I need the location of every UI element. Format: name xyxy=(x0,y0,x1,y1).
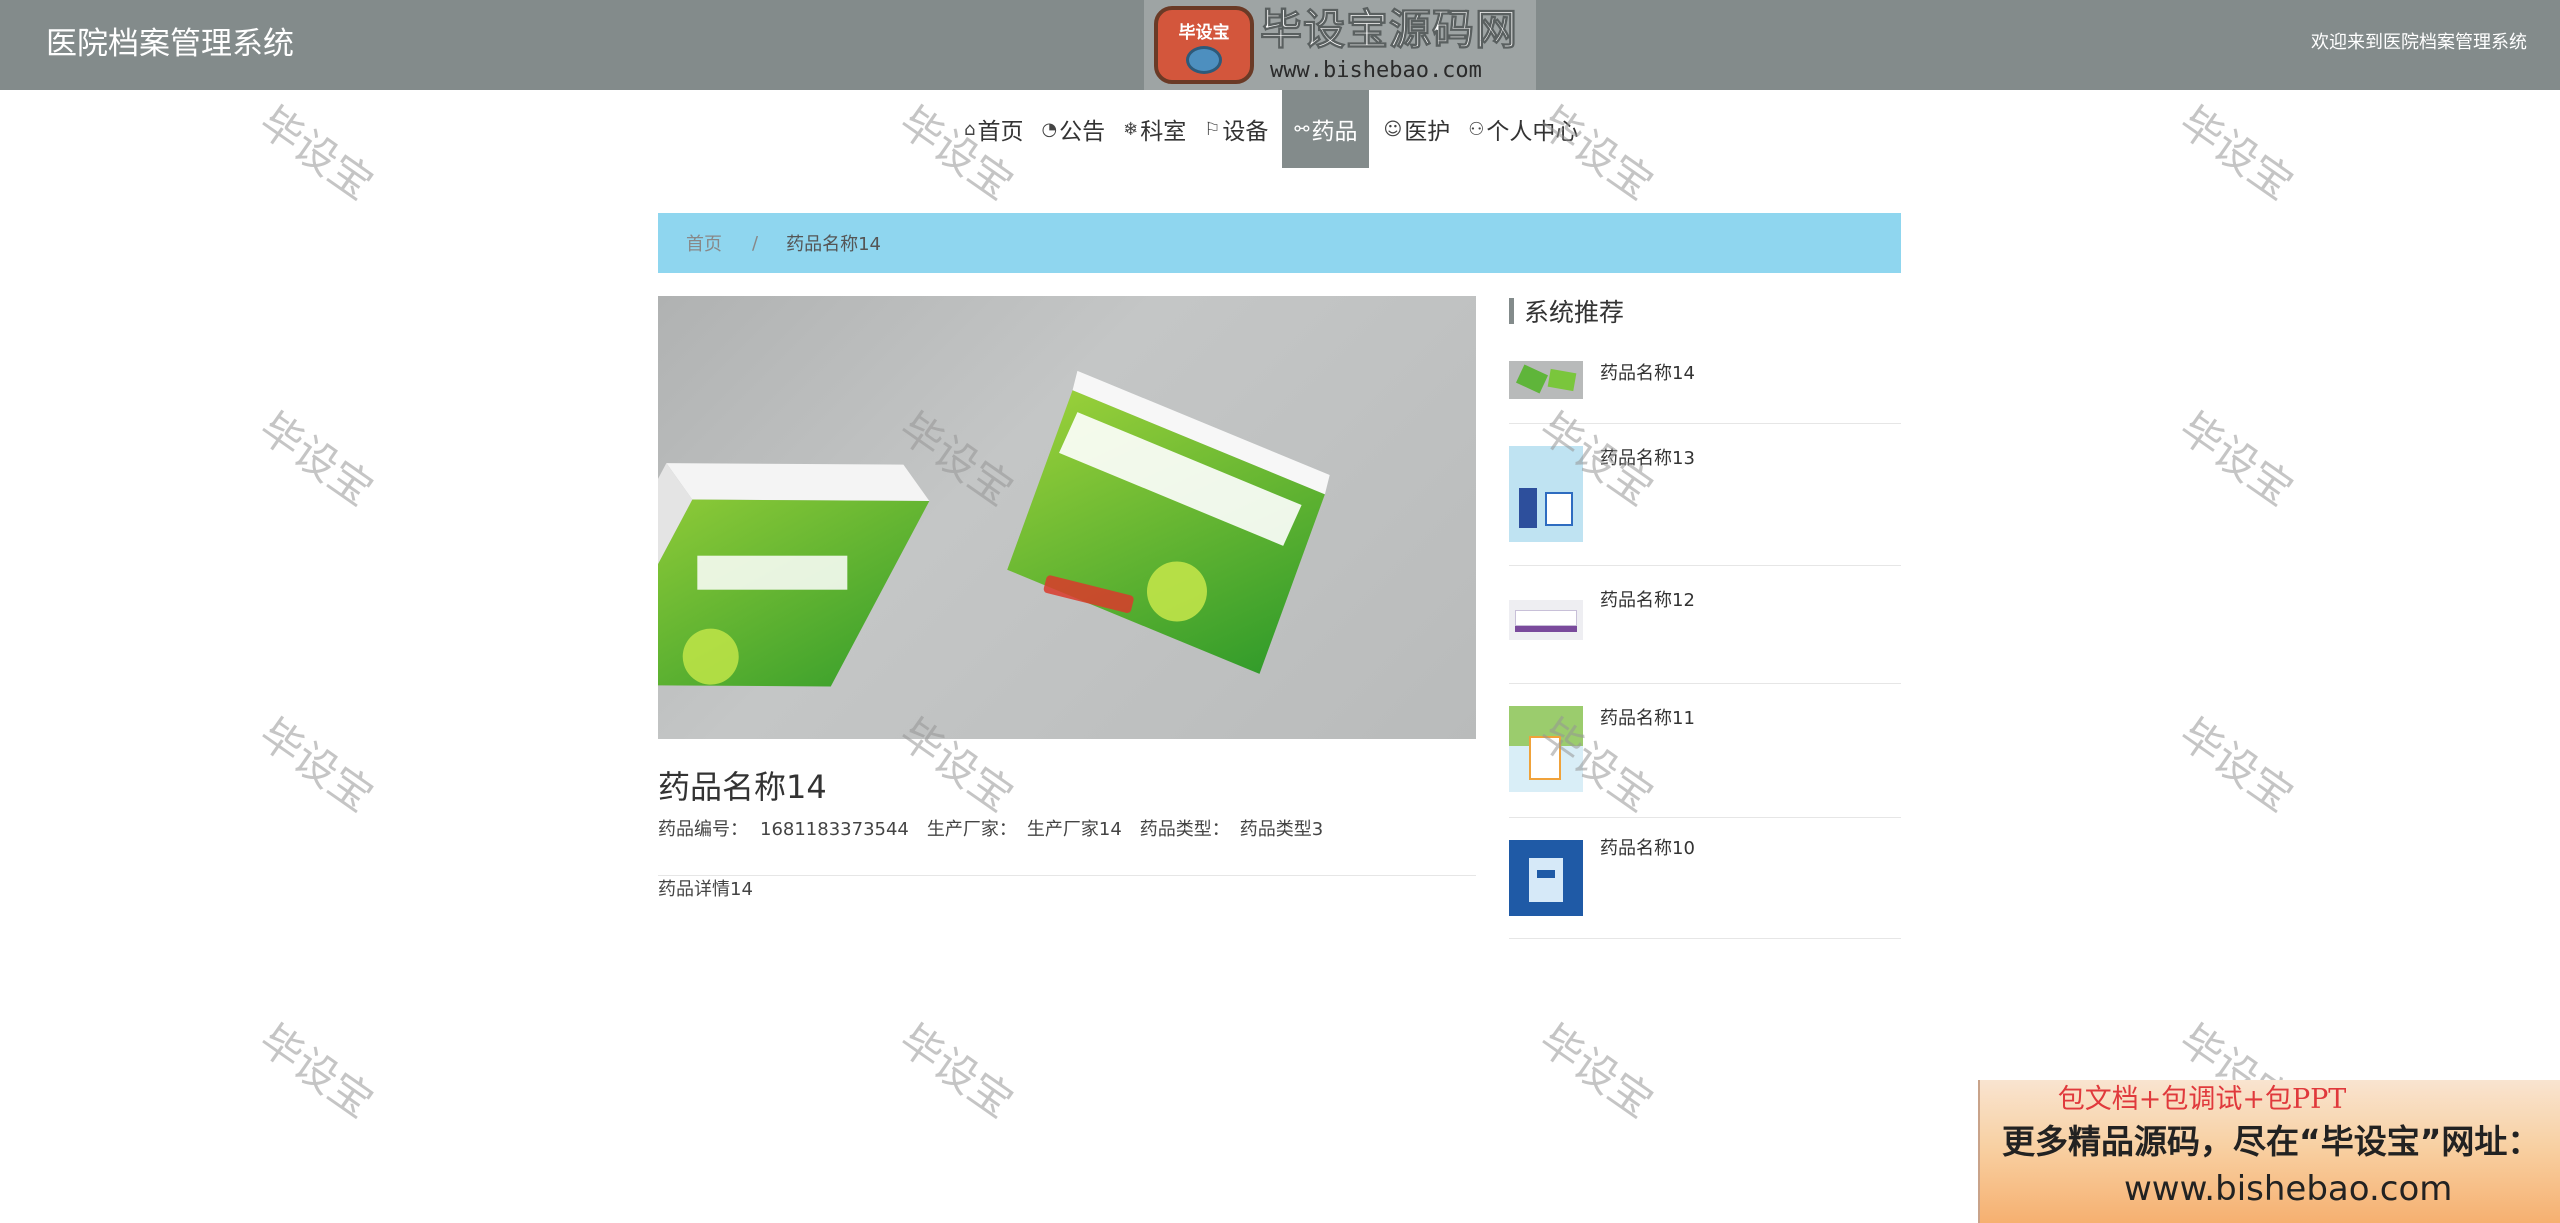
promo-url: www.bishebao.com xyxy=(2124,1169,2453,1209)
watermark: 毕设宝 xyxy=(250,96,382,210)
logo-badge-text: 毕设宝 xyxy=(1178,23,1230,43)
nav-equipment[interactable]: ⚐ 设备 xyxy=(1200,90,1272,168)
pill-icon: ⚯ xyxy=(1294,118,1310,140)
product-detail: 药品详情14 xyxy=(658,879,753,900)
watermark: 毕设宝 xyxy=(890,1014,1022,1128)
medicine-boxes-illustration xyxy=(658,370,1330,687)
recommend-thumbnail xyxy=(1509,600,1583,640)
product-image xyxy=(658,296,1476,739)
nav-medical-staff[interactable]: ☺ 医护 xyxy=(1379,90,1454,168)
user-icon: ⚇ xyxy=(1468,118,1485,140)
watermark: 毕设宝 xyxy=(1530,1014,1662,1128)
recommend-name: 药品名称13 xyxy=(1600,448,1695,469)
sidebar-heading: 系统推荐 xyxy=(1509,296,1625,327)
product-title: 药品名称14 xyxy=(658,768,827,806)
logo-name: 毕设宝源码网 xyxy=(1259,5,1519,55)
promo-banner[interactable]: 包文档+包调试+包PPT 更多精品源码，尽在“毕设宝”网址： www.bishe… xyxy=(1978,1080,2560,1223)
promo-line-2: 更多精品源码，尽在“毕设宝”网址： xyxy=(2002,1122,2541,1161)
nav-personal-center[interactable]: ⚇ 个人中心 xyxy=(1464,90,1582,168)
recommend-item[interactable]: 药品名称14 xyxy=(1509,357,1901,424)
heading-bar xyxy=(1509,298,1514,324)
recommend-item[interactable]: 药品名称11 xyxy=(1509,684,1901,818)
recommend-name: 药品名称10 xyxy=(1600,838,1695,859)
app-title: 医院档案管理系统 xyxy=(46,26,294,62)
nav-medical-staff-label: 医护 xyxy=(1404,119,1451,145)
recommend-thumbnail xyxy=(1509,840,1583,916)
product-code: 1681183373544 xyxy=(760,819,909,840)
flag-icon: ⚐ xyxy=(1204,118,1221,140)
snowflake-icon: ❄ xyxy=(1123,118,1139,140)
nav-announcement-label: 公告 xyxy=(1059,119,1106,145)
watermark: 毕设宝 xyxy=(2170,402,2302,516)
nav-medicine-label: 药品 xyxy=(1311,119,1358,145)
sidebar-title: 系统推荐 xyxy=(1524,298,1625,327)
nav-announcement[interactable]: ◔ 公告 xyxy=(1037,90,1109,168)
logo-badge: 毕设宝 xyxy=(1154,6,1254,84)
watermark: 毕设宝 xyxy=(250,1014,382,1128)
product-type: 药品类型3 xyxy=(1239,819,1324,840)
watermark: 毕设宝 xyxy=(250,402,382,516)
nav-department-label: 科室 xyxy=(1140,119,1187,145)
recommend-item[interactable]: 药品名称10 xyxy=(1509,818,1901,939)
detail-divider xyxy=(658,875,1476,876)
breadcrumb-home-link[interactable]: 首页 xyxy=(686,230,722,256)
recommend-thumbnail xyxy=(1509,706,1583,792)
watermark: 毕设宝 xyxy=(2170,708,2302,822)
recommend-name: 药品名称14 xyxy=(1600,363,1695,384)
breadcrumb-separator: / xyxy=(752,232,759,254)
main-nav: ⌂ 首页 ◔ 公告 ❄ 科室 ⚐ 设备 ⚯ 药品 ☺ 医护 ⚇ 个人中心 xyxy=(960,90,1592,168)
nav-home-label: 首页 xyxy=(977,119,1024,145)
nav-equipment-label: 设备 xyxy=(1222,119,1269,145)
recommend-name: 药品名称11 xyxy=(1600,708,1695,729)
nav-department[interactable]: ❄ 科室 xyxy=(1119,90,1190,168)
product-meta: 药品编号： 1681183373544 生产厂家： 生产厂家14 药品类型： 药… xyxy=(658,817,1323,843)
product-code-label: 药品编号： xyxy=(658,819,748,840)
gauge-icon: ◔ xyxy=(1041,118,1058,140)
recommend-item[interactable]: 药品名称13 xyxy=(1509,424,1901,566)
welcome-text: 欢迎来到医院档案管理系统 xyxy=(2311,32,2527,53)
recommend-item[interactable]: 药品名称12 xyxy=(1509,566,1901,684)
logo-url: www.bishebao.com xyxy=(1270,58,1482,83)
recommend-name: 药品名称12 xyxy=(1600,590,1695,611)
smile-icon: ☺ xyxy=(1383,118,1403,140)
promo-line-1: 包文档+包调试+包PPT xyxy=(2057,1084,2347,1115)
recommend-thumbnail xyxy=(1509,446,1583,542)
watermark: 毕设宝 xyxy=(250,708,382,822)
breadcrumb-current: 药品名称14 xyxy=(786,234,881,255)
site-logo: 毕设宝 毕设宝源码网 www.bishebao.com xyxy=(1144,0,1536,90)
breadcrumb: 首页 / 药品名称14 xyxy=(658,213,1901,273)
recommend-thumbnail xyxy=(1509,361,1583,399)
product-maker-label: 生产厂家： xyxy=(926,819,1017,840)
home-icon: ⌂ xyxy=(964,118,976,140)
nav-home[interactable]: ⌂ 首页 xyxy=(960,90,1027,168)
nav-medicine[interactable]: ⚯ 药品 xyxy=(1282,90,1370,168)
product-maker: 生产厂家14 xyxy=(1026,819,1122,840)
nav-personal-center-label: 个人中心 xyxy=(1486,119,1579,145)
product-type-label: 药品类型： xyxy=(1139,819,1230,840)
watermark: 毕设宝 xyxy=(2170,96,2302,210)
logo-mascot-icon xyxy=(1186,46,1222,74)
